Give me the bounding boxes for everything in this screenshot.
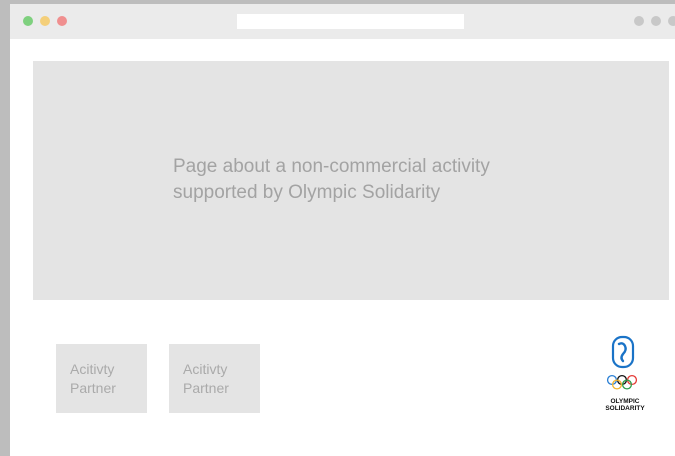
olympic-solidarity-logo-icon xyxy=(606,335,638,390)
browser-titlebar xyxy=(10,4,675,39)
logo-wordmark-line: SOLIDARITY xyxy=(605,405,645,412)
logo-wordmark-line: OLYMPIC xyxy=(610,398,640,405)
hero-text-line: supported by Olympic Solidarity xyxy=(173,182,441,203)
logo-wordmark: OLYMPIC SOLIDARITY xyxy=(602,398,648,412)
window-close-button[interactable] xyxy=(57,16,67,26)
activity-partner-label: Acitivty Partner xyxy=(70,360,140,398)
browser-menu-dot-icon[interactable] xyxy=(668,16,675,26)
hero-text: Page about a non-commercial activity sup… xyxy=(173,154,593,206)
activity-partner-card[interactable]: Acitivty Partner xyxy=(56,344,147,413)
browser-window: Page about a non-commercial activity sup… xyxy=(10,4,675,456)
partner-label-line: Partner xyxy=(70,380,116,396)
hero-banner: Page about a non-commercial activity sup… xyxy=(33,61,669,300)
partner-label-line: Acitivty xyxy=(183,361,228,377)
window-minimize-button[interactable] xyxy=(40,16,50,26)
partner-label-line: Partner xyxy=(183,380,229,396)
window-maximize-button[interactable] xyxy=(23,16,33,26)
activity-partner-label: Acitivty Partner xyxy=(183,360,253,398)
hero-text-line: Page about a non-commercial activity xyxy=(173,156,490,177)
address-bar[interactable] xyxy=(237,14,464,29)
olympic-solidarity-logo: OLYMPIC SOLIDARITY xyxy=(602,334,648,416)
partner-label-line: Acitivty xyxy=(70,361,115,377)
browser-menu-dot-icon[interactable] xyxy=(651,16,661,26)
activity-partner-card[interactable]: Acitivty Partner xyxy=(169,344,260,413)
browser-menu-dot-icon[interactable] xyxy=(634,16,644,26)
